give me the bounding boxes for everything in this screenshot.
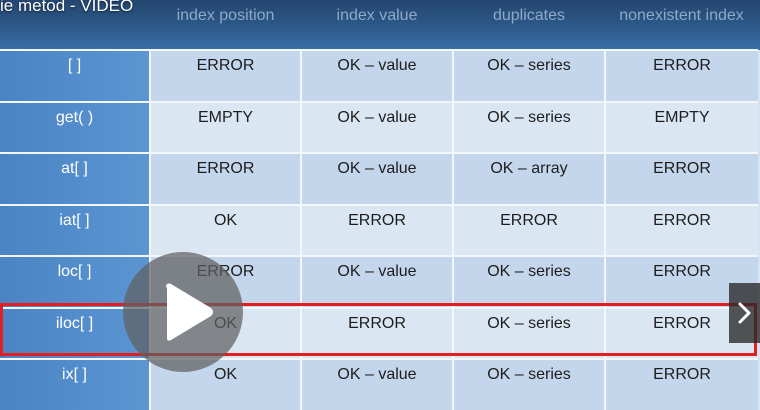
- table-cell: OK – series: [452, 49, 605, 102]
- table-row: ix[ ] OK OK – value OK – series ERROR: [0, 358, 758, 410]
- table-row: at[ ] ERROR OK – value OK – array ERROR: [0, 152, 758, 205]
- table-cell: ERROR: [452, 203, 605, 256]
- table-row: loc[ ] ERROR OK – value OK – series ERRO…: [0, 255, 758, 308]
- table-cell: OK: [149, 203, 301, 256]
- table-cell: ERROR: [300, 306, 453, 359]
- table-cell: ERROR: [604, 203, 758, 256]
- table-cell: OK – series: [452, 255, 605, 308]
- method-cell: iat[ ]: [0, 203, 150, 256]
- header-nonexistent-index: nonexistent index: [619, 7, 744, 24]
- table-cell: ERROR: [300, 203, 453, 256]
- header-index-position: index position: [176, 7, 275, 24]
- table-row: iat[ ] OK ERROR ERROR ERROR: [0, 203, 758, 256]
- table-cell: OK – value: [300, 358, 453, 410]
- table-cell: OK – series: [452, 358, 605, 410]
- table-cell: OK – value: [300, 255, 453, 308]
- table-cell: ERROR: [604, 49, 758, 102]
- next-video-button[interactable]: [729, 283, 760, 343]
- table-row-highlighted: iloc[ ] OK ERROR OK – series ERROR: [0, 306, 758, 359]
- table-cell: ERROR: [149, 152, 301, 205]
- header-duplicates: duplicates: [492, 7, 566, 24]
- table-row: get( ) EMPTY OK – value OK – series EMPT…: [0, 100, 758, 153]
- chevron-right-icon: [738, 302, 751, 324]
- table-cell: OK – series: [452, 306, 605, 359]
- method-cell: [ ]: [0, 49, 150, 102]
- method-cell: at[ ]: [0, 152, 150, 205]
- table-cell: ERROR: [149, 49, 301, 102]
- table-cell: OK – value: [300, 152, 453, 205]
- table-cell: EMPTY: [604, 100, 758, 153]
- header-index-value: index value: [336, 7, 418, 24]
- play-button[interactable]: [123, 252, 243, 372]
- table-cell: OK – value: [300, 100, 453, 153]
- video-title[interactable]: ie metod - VIDEO: [0, 0, 133, 16]
- table-row: [ ] ERROR OK – value OK – series ERROR: [0, 49, 758, 102]
- table-cell: OK – array: [452, 152, 605, 205]
- pandas-indexing-methods-table: index position index value duplicates no…: [0, 0, 758, 410]
- table-cell: OK – series: [452, 100, 605, 153]
- video-player[interactable]: index position index value duplicates no…: [0, 0, 760, 410]
- table-cell: EMPTY: [149, 100, 301, 153]
- table-cell: ERROR: [604, 152, 758, 205]
- table-cell: ERROR: [604, 358, 758, 410]
- method-cell: get( ): [0, 100, 150, 153]
- table-cell: OK – value: [300, 49, 453, 102]
- play-icon: [166, 283, 213, 341]
